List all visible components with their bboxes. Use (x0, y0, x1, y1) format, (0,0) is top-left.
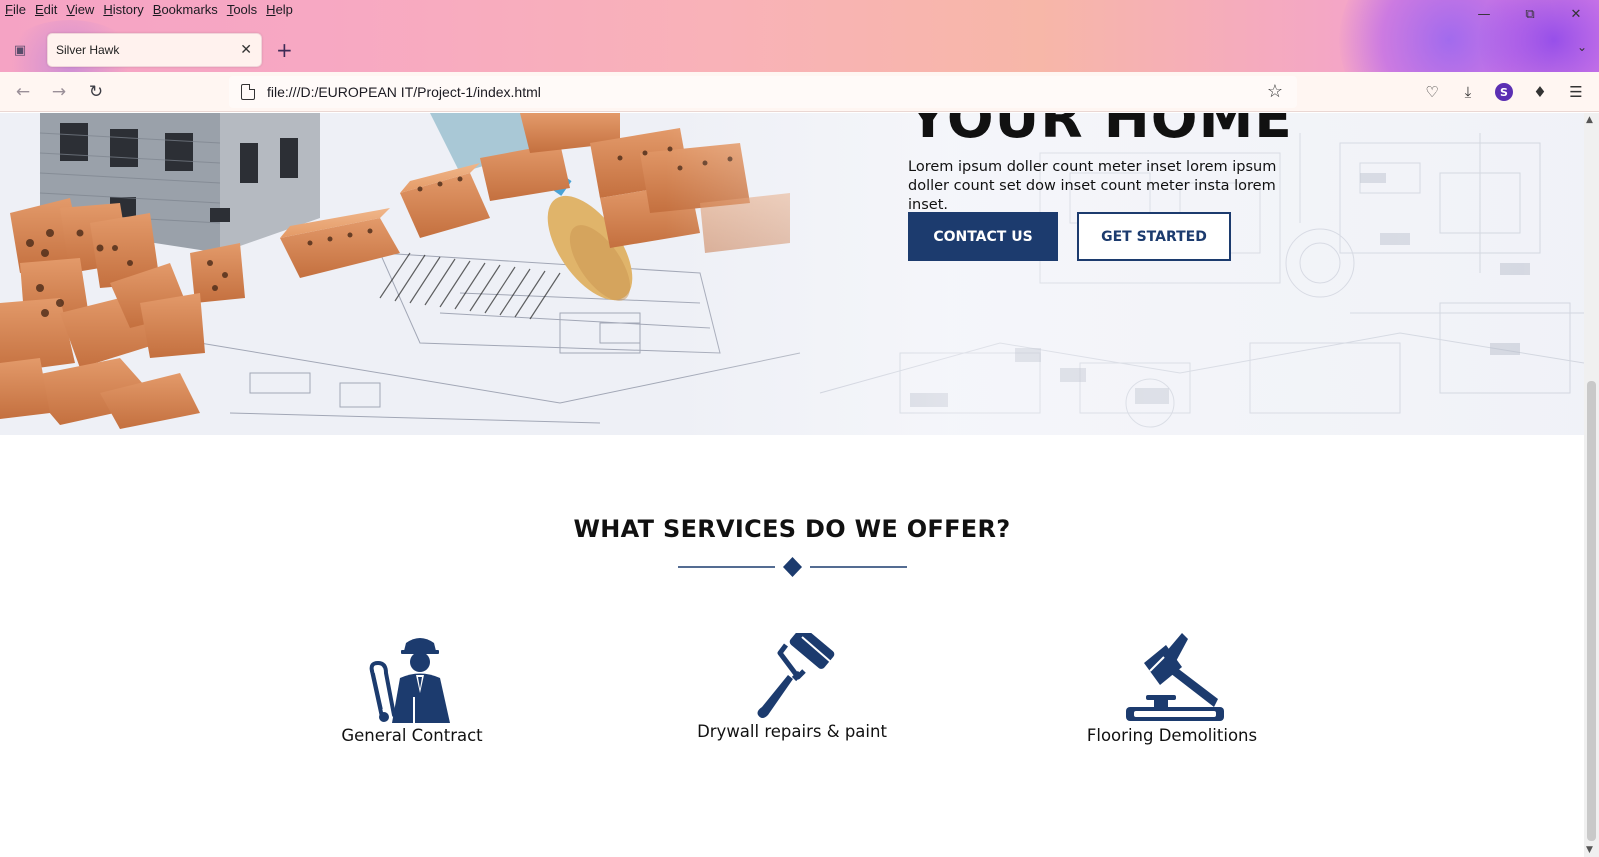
menu-icon[interactable]: ☰ (1566, 82, 1586, 102)
hero-title: YOUR HOME (908, 113, 1293, 150)
back-icon[interactable]: ← (11, 80, 35, 104)
menu-edit[interactable]: Edit (35, 2, 64, 20)
hammer-icon (1126, 633, 1224, 721)
scroll-up-icon[interactable]: ▲ (1586, 115, 1593, 125)
extensions-icon[interactable]: ♦ (1530, 82, 1550, 102)
menu-help[interactable]: Help (266, 2, 300, 20)
chevron-down-icon[interactable]: ⌄ (1577, 40, 1587, 54)
close-window-icon[interactable]: ✕ (1553, 0, 1599, 28)
menu-file[interactable]: File (5, 2, 33, 20)
scroll-down-icon[interactable]: ▼ (1586, 845, 1593, 855)
tab-overview-icon[interactable]: ▣ (10, 40, 30, 60)
contact-us-button[interactable]: CONTACT US (908, 212, 1058, 261)
service-general-contract[interactable]: General Contract (292, 633, 532, 745)
url-bar[interactable]: file:///D:/EUROPEAN IT/Project-1/index.h… (229, 76, 1297, 108)
scrollbar-thumb[interactable] (1587, 381, 1596, 841)
restore-icon[interactable]: ⧉ (1507, 0, 1553, 28)
navigation-toolbar: ← → ↻ file:///D:/EUROPEAN IT/Project-1/i… (0, 72, 1599, 112)
menu-history[interactable]: History (103, 2, 150, 20)
menu-bookmarks[interactable]: Bookmarks (153, 2, 225, 20)
bookmark-star-icon[interactable]: ☆ (1267, 81, 1283, 102)
menu-tools[interactable]: Tools (227, 2, 264, 20)
tab-title: Silver Hawk (56, 43, 120, 57)
window-controls: — ⧉ ✕ (1461, 0, 1599, 28)
service-label: Drywall repairs & paint (697, 722, 887, 741)
contractor-icon (369, 638, 450, 723)
vertical-scrollbar[interactable]: ▲ ▼ (1584, 113, 1599, 857)
service-drywall-paint[interactable]: Drywall repairs & paint (672, 633, 912, 741)
heading-divider (678, 557, 907, 577)
menu-bar: File Edit View History Bookmarks Tools H… (5, 2, 302, 20)
downloads-icon[interactable]: ⤓ (1458, 82, 1478, 102)
services-heading: WHAT SERVICES DO WE OFFER? (573, 515, 1011, 543)
hero-section: YOUR HOME Lorem ipsum doller count meter… (0, 113, 1584, 435)
get-started-button[interactable]: GET STARTED (1077, 212, 1231, 261)
browser-titlebar: File Edit View History Bookmarks Tools H… (0, 0, 1599, 72)
new-tab-icon[interactable]: + (276, 38, 293, 62)
forward-icon[interactable]: → (47, 80, 71, 104)
minimize-icon[interactable]: — (1461, 0, 1507, 28)
account-icon[interactable]: S (1495, 83, 1513, 101)
menu-view[interactable]: View (66, 2, 101, 20)
url-text[interactable]: file:///D:/EUROPEAN IT/Project-1/index.h… (267, 84, 541, 100)
pocket-icon[interactable]: ♡ (1422, 82, 1442, 102)
page-viewport: YOUR HOME Lorem ipsum doller count meter… (0, 113, 1584, 857)
service-label: General Contract (341, 726, 483, 745)
reload-icon[interactable]: ↻ (84, 80, 108, 104)
close-tab-icon[interactable]: ✕ (240, 41, 252, 58)
service-label: Flooring Demolitions (1086, 726, 1258, 745)
page-icon (241, 84, 255, 100)
paint-roller-icon (757, 633, 835, 718)
tab-silver-hawk[interactable]: Silver Hawk ✕ (47, 33, 262, 67)
service-flooring-demolitions[interactable]: Flooring Demolitions (1052, 633, 1292, 745)
hero-description: Lorem ipsum doller count meter inset lor… (908, 159, 1277, 213)
